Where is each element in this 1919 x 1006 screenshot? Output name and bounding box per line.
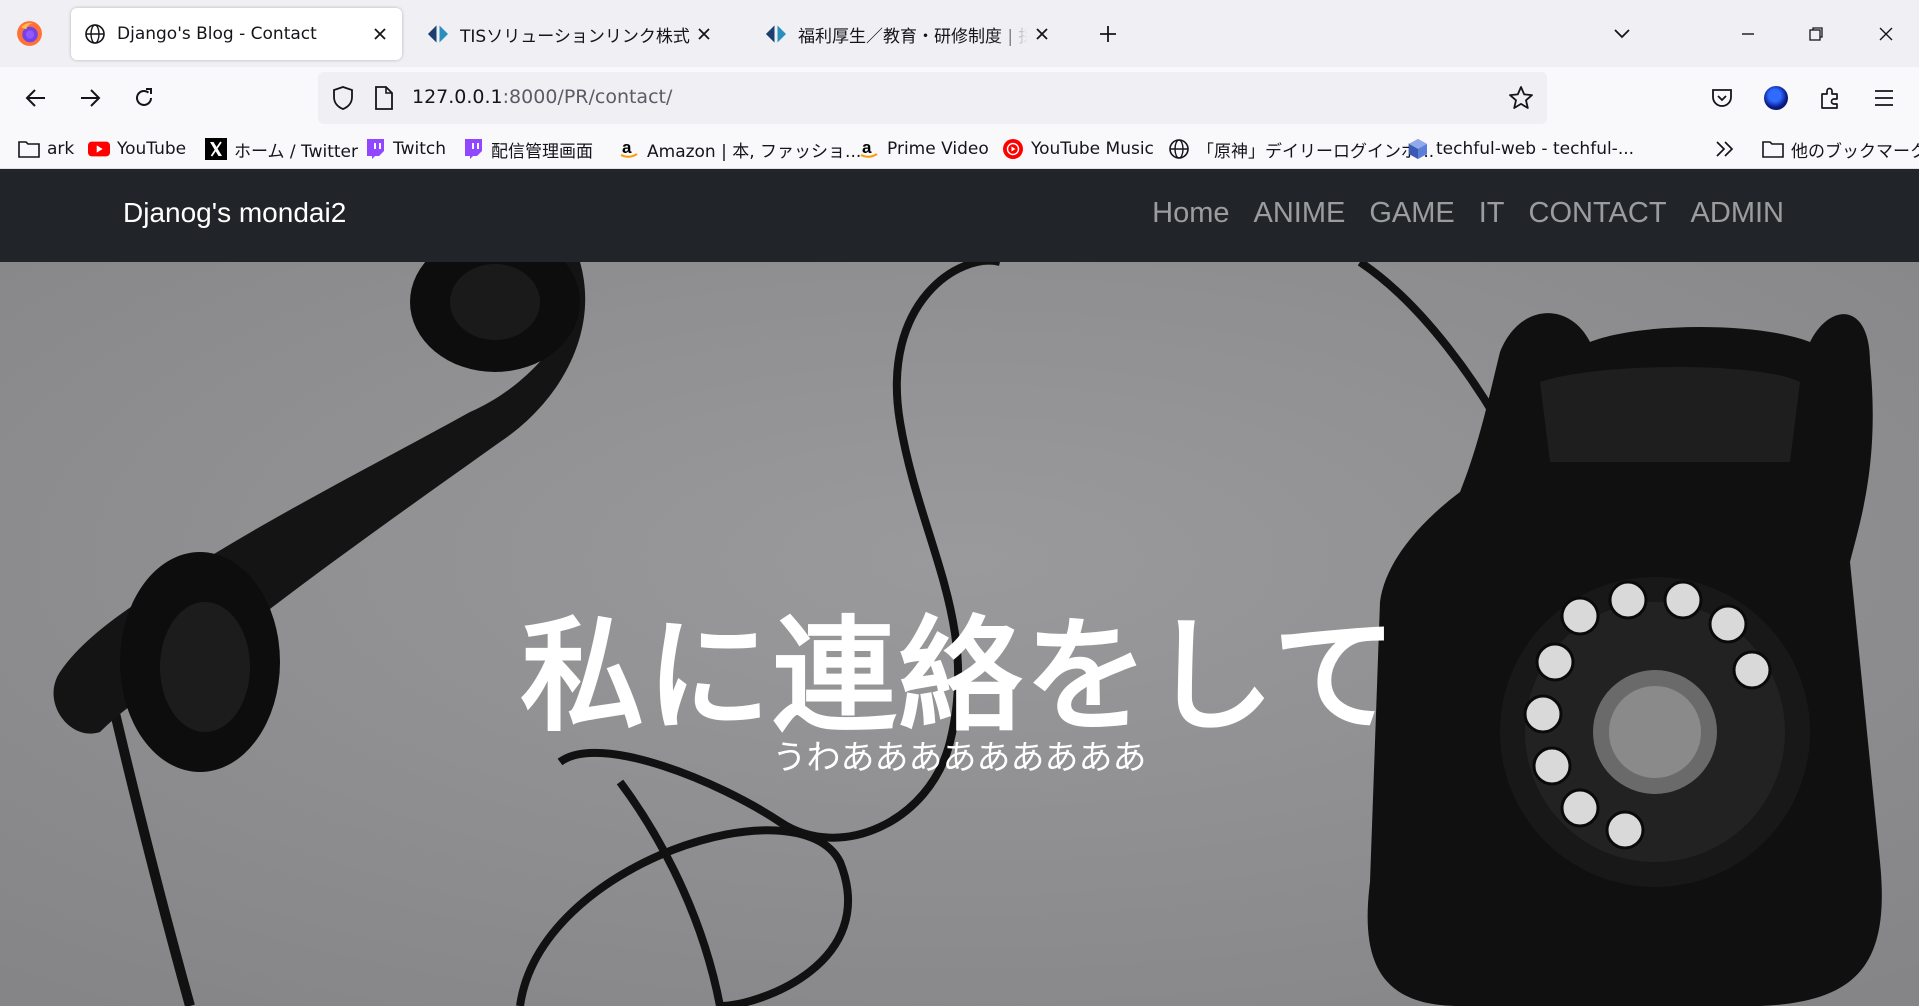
tab-strip: Django's Blog - Contact TISソリューションリンク株式会… <box>0 0 1919 67</box>
tis-logo-icon <box>764 22 788 46</box>
other-bookmarks-folder[interactable]: 他のブックマーク <box>1762 134 1919 164</box>
tab-label: TISソリューションリンク株式会社 <box>460 26 690 47</box>
web-page: Djanog's mondai2 Home ANIME GAME IT CONT… <box>0 169 1919 1006</box>
bookmarks-overflow-chevron[interactable] <box>1714 134 1743 164</box>
hero-title: 私に連絡をして <box>520 605 1399 749</box>
bookmark-label: Prime Video <box>887 139 989 159</box>
twitch-icon <box>364 138 386 160</box>
menu-hamburger-icon[interactable] <box>1867 81 1901 115</box>
other-bookmarks-label: 他のブックマーク <box>1791 141 1919 162</box>
bookmark-label: ホーム / Twitter <box>234 141 359 162</box>
pocket-icon[interactable] <box>1705 81 1739 115</box>
bookmark-stream-manager[interactable]: 配信管理画面 <box>462 134 593 164</box>
bookmark-amazon[interactable]: a Amazon | 本, ファッショ... <box>618 134 861 164</box>
extensions-puzzle-icon[interactable] <box>1813 81 1847 115</box>
site-nav-links: Home ANIME GAME IT CONTACT ADMIN <box>1152 197 1784 230</box>
back-arrow-icon[interactable] <box>20 82 52 114</box>
svg-text:a: a <box>622 138 632 157</box>
bookmark-techful[interactable]: techful-web - techful-... <box>1407 134 1634 164</box>
nav-link-it[interactable]: IT <box>1479 197 1505 230</box>
firefox-logo-icon[interactable] <box>15 19 44 48</box>
close-tab-icon[interactable] <box>1028 20 1056 48</box>
bookmark-ark[interactable]: ark <box>18 134 74 164</box>
bookmark-twitch[interactable]: Twitch <box>364 134 446 164</box>
youtube-music-icon <box>1002 138 1024 160</box>
new-tab-icon[interactable] <box>1094 20 1122 48</box>
bookmark-label: Amazon | 本, ファッショ... <box>647 141 862 162</box>
bookmark-star-icon[interactable] <box>1507 84 1535 112</box>
url-text[interactable]: 127.0.0.1:8000/PR/contact/ <box>412 86 672 108</box>
nav-link-game[interactable]: GAME <box>1369 197 1454 230</box>
nav-link-home[interactable]: Home <box>1152 197 1229 230</box>
site-navbar: Djanog's mondai2 Home ANIME GAME IT CONT… <box>0 169 1919 262</box>
tab-active[interactable]: Django's Blog - Contact <box>71 8 402 60</box>
minimize-icon[interactable] <box>1734 20 1762 48</box>
nav-link-contact[interactable]: CONTACT <box>1529 197 1667 230</box>
bookmark-genshin[interactable]: 「原神」デイリーログインボ... <box>1168 134 1434 164</box>
hero-header: 私に連絡をして うわあああああああああ <box>0 262 1919 1006</box>
bookmark-twitter[interactable]: ホーム / Twitter <box>205 134 358 164</box>
bookmark-label: 「原神」デイリーログインボ... <box>1197 141 1435 162</box>
url-host: 127.0.0.1 <box>412 86 503 108</box>
twitch-icon <box>462 138 484 160</box>
tracking-protection-shield-icon[interactable] <box>330 85 356 111</box>
folder-icon <box>18 138 40 160</box>
bookmark-label: Twitch <box>393 139 446 159</box>
x-icon <box>205 138 227 160</box>
reload-icon[interactable] <box>128 82 160 114</box>
site-brand-link[interactable]: Djanog's mondai2 <box>123 197 346 229</box>
youtube-icon <box>88 138 110 160</box>
bookmark-prime-video[interactable]: a Prime Video <box>858 134 989 164</box>
page-info-icon[interactable] <box>372 85 396 111</box>
globe-icon <box>1168 138 1190 160</box>
bookmark-youtube[interactable]: YouTube <box>88 134 186 164</box>
folder-icon <box>1762 138 1784 160</box>
globe-icon <box>83 22 107 46</box>
account-avatar-icon[interactable] <box>1759 81 1793 115</box>
url-bar[interactable]: 127.0.0.1:8000/PR/contact/ <box>318 72 1547 124</box>
bookmark-label: YouTube <box>117 139 187 159</box>
forward-arrow-icon[interactable] <box>74 82 106 114</box>
svg-text:a: a <box>862 138 872 157</box>
navigation-toolbar: 127.0.0.1:8000/PR/contact/ <box>0 67 1919 129</box>
hero-subtitle: うわあああああああああ <box>772 738 1147 778</box>
tab-recruit[interactable]: 福利厚生／教育・研修制度 | 採用 <box>752 8 1064 60</box>
amazon-icon: a <box>618 138 640 160</box>
restore-icon[interactable] <box>1802 20 1830 48</box>
double-chevron-right-icon <box>1714 138 1736 160</box>
list-all-tabs-icon[interactable] <box>1608 20 1636 48</box>
bookmark-label: YouTube Music <box>1031 139 1154 159</box>
tab-label: Django's Blog - Contact <box>117 24 317 44</box>
bookmark-label: 配信管理画面 <box>491 141 593 162</box>
nav-link-anime[interactable]: ANIME <box>1254 197 1346 230</box>
tab-tis[interactable]: TISソリューションリンク株式会社 <box>414 8 726 60</box>
close-tab-icon[interactable] <box>366 20 394 48</box>
close-window-icon[interactable] <box>1872 20 1900 48</box>
bookmarks-toolbar: ark YouTube ホーム / Twitter Twitch 配信管理画面 … <box>0 129 1919 169</box>
nav-link-admin[interactable]: ADMIN <box>1691 197 1784 230</box>
bookmark-label: techful-web - techful-... <box>1436 139 1635 159</box>
bookmark-label: ark <box>47 139 75 159</box>
techful-icon <box>1407 138 1429 160</box>
close-tab-icon[interactable] <box>690 20 718 48</box>
tab-label: 福利厚生／教育・研修制度 | 採用 <box>798 26 1028 47</box>
bookmark-youtube-music[interactable]: YouTube Music <box>1002 134 1154 164</box>
url-path: :8000/PR/contact/ <box>502 86 673 108</box>
tis-logo-icon <box>426 22 450 46</box>
amazon-icon: a <box>858 138 880 160</box>
